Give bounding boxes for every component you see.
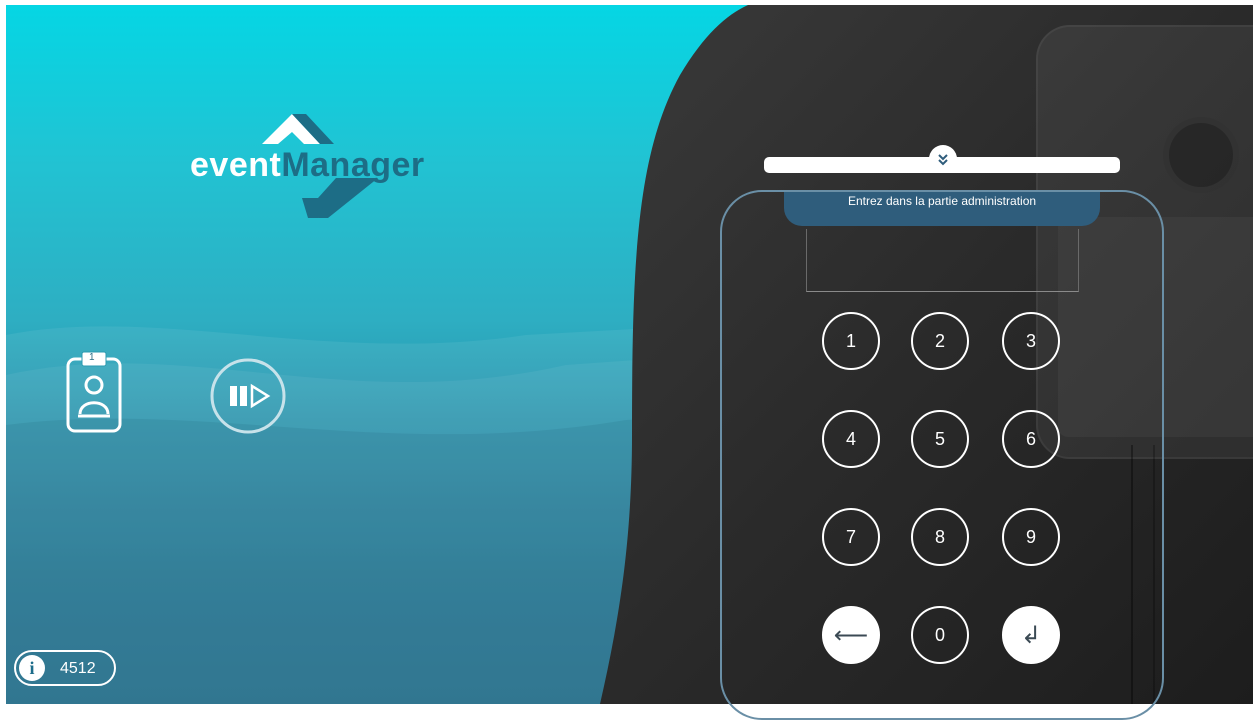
play-pause-button[interactable] — [208, 356, 288, 436]
key-1[interactable]: 1 — [822, 312, 880, 370]
key-4[interactable]: 4 — [822, 410, 880, 468]
enter-button[interactable]: ↲ — [1002, 606, 1060, 664]
logo-wordmark: eventManager — [190, 146, 425, 185]
keypad-title: Entrez dans la partie administration — [847, 194, 1037, 208]
keypad-header: Entrez dans la partie administration — [784, 192, 1100, 226]
badge-number: 1 — [89, 352, 95, 363]
backspace-button[interactable]: ⟵ — [822, 606, 880, 664]
arrow-left-icon: ⟵ — [833, 621, 869, 649]
collapse-button[interactable] — [929, 145, 957, 173]
key-8[interactable]: 8 — [911, 508, 969, 566]
logo-word-event: event — [190, 146, 282, 184]
camera-lens-ghost — [1163, 117, 1239, 193]
key-2[interactable]: 2 — [911, 312, 969, 370]
pin-display — [806, 229, 1079, 292]
event-manager-logo: eventManager — [190, 110, 440, 225]
enter-arrow-icon: ↲ — [1020, 621, 1042, 649]
info-value: 4512 — [60, 660, 96, 677]
key-3[interactable]: 3 — [1002, 312, 1060, 370]
double-chevron-down-icon — [938, 154, 948, 166]
key-7[interactable]: 7 — [822, 508, 880, 566]
info-pill[interactable]: i 4512 — [14, 650, 116, 686]
key-0[interactable]: 0 — [911, 606, 969, 664]
play-pause-icon — [210, 358, 286, 434]
key-5[interactable]: 5 — [911, 410, 969, 468]
badge-button[interactable]: 1 — [62, 343, 126, 433]
logo-word-manager: Manager — [281, 146, 425, 184]
key-9[interactable]: 9 — [1002, 508, 1060, 566]
key-6[interactable]: 6 — [1002, 410, 1060, 468]
info-icon: i — [19, 655, 45, 681]
